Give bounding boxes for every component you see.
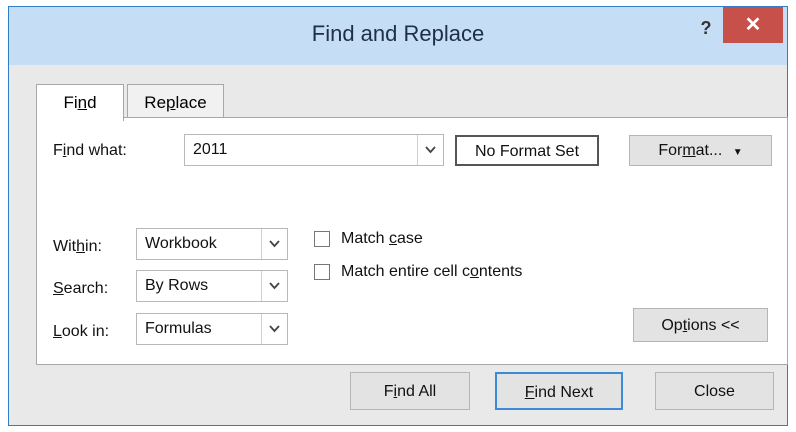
look-in-select[interactable]: Formulas: [136, 313, 288, 345]
search-label: Search:: [53, 280, 109, 297]
match-case-checkbox[interactable]: [314, 231, 330, 247]
tab-find[interactable]: Find: [36, 84, 124, 121]
help-icon[interactable]: ?: [693, 13, 719, 43]
match-entire-checkbox[interactable]: [314, 264, 330, 280]
find-all-button[interactable]: Find All: [350, 372, 470, 410]
match-case-label[interactable]: Match case: [341, 230, 423, 248]
within-label: Within:: [53, 238, 102, 255]
chevron-down-icon[interactable]: [261, 314, 287, 344]
search-select[interactable]: By Rows: [136, 270, 288, 302]
find-panel: Find what: 2011 No Format Set Format... …: [36, 117, 788, 365]
format-status-box: No Format Set: [455, 135, 599, 166]
format-button[interactable]: Format... ▼: [629, 135, 772, 166]
chevron-down-icon[interactable]: [417, 135, 443, 165]
close-button[interactable]: Close: [655, 372, 774, 410]
close-icon[interactable]: ✕: [723, 7, 783, 43]
match-entire-label[interactable]: Match entire cell contents: [341, 263, 522, 281]
find-next-button[interactable]: Find Next: [495, 372, 623, 410]
find-what-combobox[interactable]: 2011: [184, 134, 444, 166]
within-select[interactable]: Workbook: [136, 228, 288, 260]
find-replace-dialog: Find and Replace ? ✕ Find Replace Find w…: [8, 6, 788, 426]
look-in-label: Look in:: [53, 323, 110, 340]
dropdown-arrow-icon: ▼: [732, 147, 743, 158]
find-what-value: 2011: [193, 141, 228, 158]
find-what-label: Find what:: [53, 142, 127, 159]
chevron-down-icon[interactable]: [261, 229, 287, 259]
tab-replace[interactable]: Replace: [127, 84, 224, 118]
title-bar[interactable]: Find and Replace ? ✕: [9, 7, 787, 65]
dialog-title: Find and Replace: [311, 21, 485, 46]
chevron-down-icon[interactable]: [261, 271, 287, 301]
options-button[interactable]: Options <<: [633, 308, 768, 342]
